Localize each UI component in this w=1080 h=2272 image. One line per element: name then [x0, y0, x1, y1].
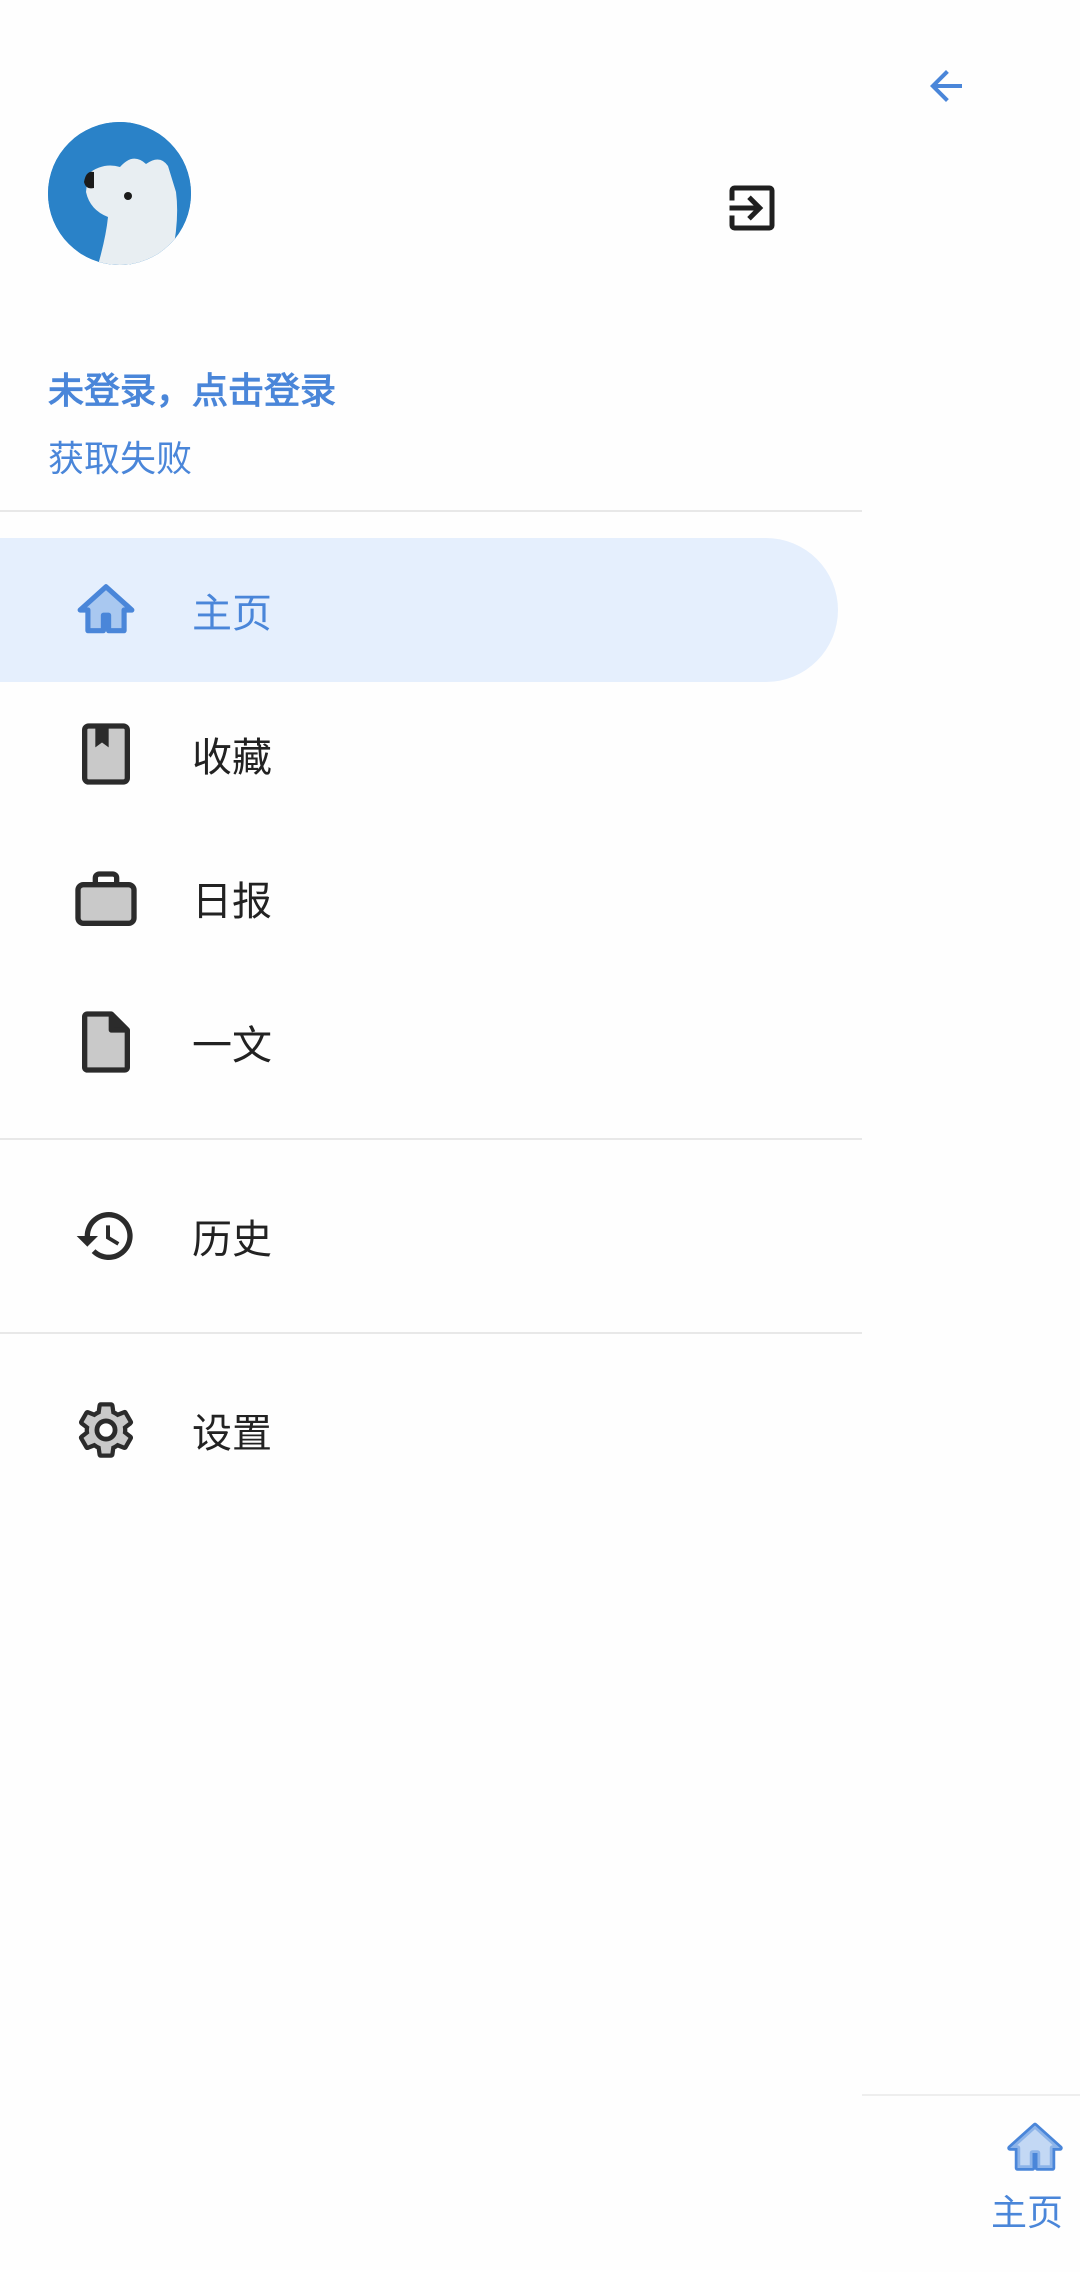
divider	[0, 1332, 862, 1334]
menu-item-settings[interactable]: 设置	[0, 1358, 838, 1502]
user-status-text: 获取失败	[48, 439, 193, 480]
navigation-drawer: 未登录，点击登录 获取失败 主页 收藏 日报 一文 历史 设置	[0, 0, 862, 2270]
menu-item-label: 收藏	[192, 735, 272, 781]
arrow-left-icon	[930, 70, 962, 102]
logout-button[interactable]	[716, 172, 788, 244]
menu-item-home[interactable]: 主页	[0, 538, 838, 682]
history-icon	[74, 1204, 138, 1268]
document-icon	[74, 1010, 138, 1074]
bottom-tab-label: 主页	[991, 2193, 1064, 2234]
menu-item-daily[interactable]: 日报	[0, 826, 838, 970]
exit-to-app-icon	[729, 185, 775, 231]
menu-item-label: 历史	[192, 1217, 272, 1263]
menu-item-label: 设置	[192, 1411, 272, 1457]
menu-item-history[interactable]: 历史	[0, 1164, 838, 1308]
home-icon	[1007, 2122, 1063, 2171]
menu-item-one-article[interactable]: 一文	[0, 970, 838, 1114]
divider	[0, 1138, 862, 1140]
menu-item-favorites[interactable]: 收藏	[0, 682, 838, 826]
back-button[interactable]	[916, 56, 976, 116]
divider	[0, 510, 862, 512]
menu-item-label: 一文	[192, 1023, 272, 1069]
briefcase-icon	[74, 866, 138, 930]
menu-item-label: 主页	[192, 591, 272, 637]
bookmark-book-icon	[74, 722, 138, 786]
home-icon	[74, 578, 138, 642]
menu-item-label: 日报	[192, 879, 272, 925]
polar-bear-avatar-icon	[48, 122, 191, 265]
bottom-navigation-bar: 主页	[862, 2094, 1080, 2272]
login-prompt-link[interactable]: 未登录，点击登录	[48, 362, 336, 414]
settings-gear-icon	[74, 1398, 138, 1462]
avatar[interactable]	[48, 122, 191, 265]
